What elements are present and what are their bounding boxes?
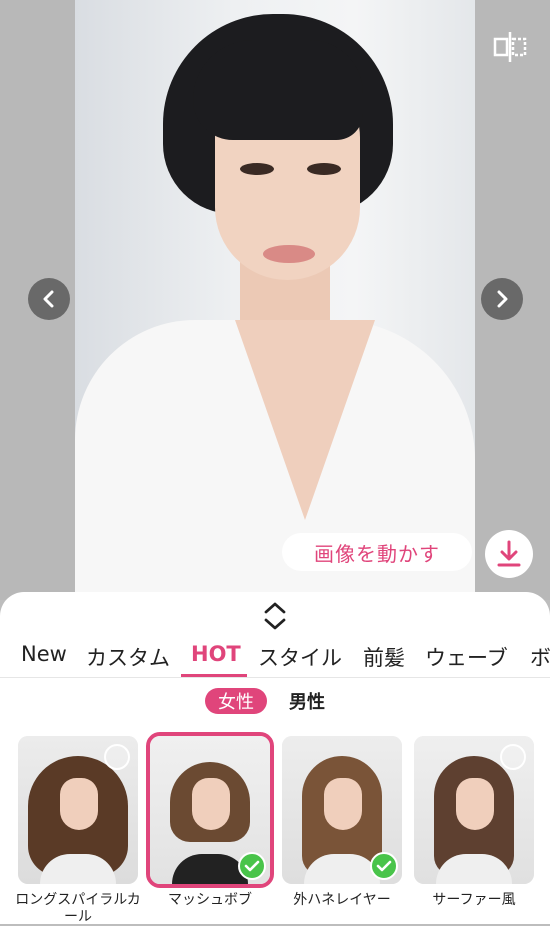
tab-more[interactable]: ボ [530,642,550,672]
tab-new[interactable]: New [21,642,67,666]
active-tab-indicator [181,674,247,677]
unselected-radio-icon [500,744,526,770]
tab-wave[interactable]: ウェーブ [425,642,508,672]
compare-split-icon[interactable] [492,30,528,64]
style-card-mash-bob[interactable] [146,732,274,888]
tab-hot[interactable]: HOT [191,642,241,666]
gender-female-chip[interactable]: 女性 [205,688,267,714]
download-button[interactable] [485,530,533,578]
style-label: マッシュボブ [168,892,252,908]
unselected-radio-icon [104,744,130,770]
next-button[interactable] [481,278,523,320]
check-icon [370,852,398,880]
check-icon [238,852,266,880]
gender-male-chip[interactable]: 男性 [283,688,331,714]
style-card-long-spiral-curl[interactable] [18,736,138,884]
tab-style[interactable]: スタイル [258,642,342,672]
style-panel: New カスタム HOT スタイル 前髪 ウェーブ ボ 女性 男性 ロングスパイ… [0,592,550,925]
style-card-outer-flip-layer[interactable] [282,736,402,884]
style-label: 外ハネレイヤー [293,892,391,908]
style-label: ロングスパイラルカール [15,892,141,925]
category-tabs: New カスタム HOT スタイル 前髪 ウェーブ ボ [0,638,550,678]
style-card-surfer[interactable] [414,736,534,884]
style-label: サーファー風 [432,892,516,908]
preview-area: 画像を動かす [0,0,550,600]
chevron-right-icon [497,290,508,308]
tab-custom[interactable]: カスタム [86,642,170,672]
expand-collapse-icon[interactable] [262,600,288,632]
chevron-left-icon [43,290,54,308]
preview-photo [75,0,475,600]
download-icon [497,540,521,567]
previous-button[interactable] [28,278,70,320]
tab-bangs[interactable]: 前髪 [363,642,405,672]
move-image-button[interactable]: 画像を動かす [282,533,472,571]
